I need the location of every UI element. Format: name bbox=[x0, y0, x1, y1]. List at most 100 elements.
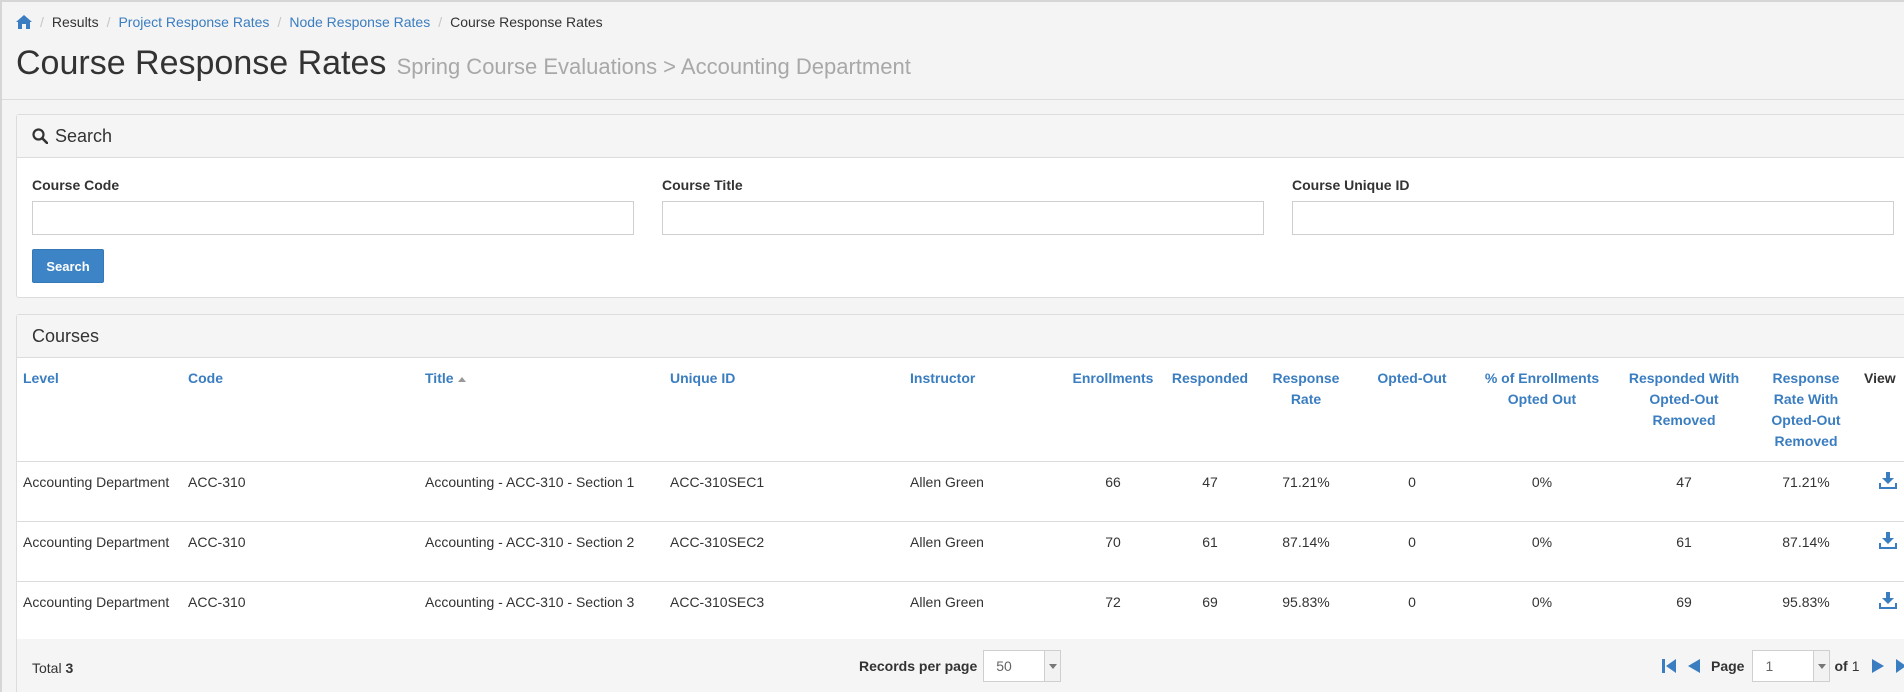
course-unique-id-input[interactable] bbox=[1292, 201, 1894, 235]
page-heading: Course Response Rates Spring Course Eval… bbox=[16, 44, 911, 83]
home-icon[interactable] bbox=[16, 15, 32, 29]
cell-level: Accounting Department bbox=[17, 521, 182, 582]
cell-responded-opted-out-removed: 47 bbox=[1614, 461, 1754, 522]
cell-responded: 61 bbox=[1162, 521, 1258, 582]
cell-opted-out: 0 bbox=[1354, 461, 1470, 522]
page-title: Course Response Rates bbox=[16, 44, 387, 82]
cell-pct-opted-out: 0% bbox=[1470, 521, 1614, 582]
cell-pct-opted-out: 0% bbox=[1470, 581, 1614, 642]
cell-instructor: Allen Green bbox=[904, 581, 1064, 642]
cell-title: Accounting - ACC-310 - Section 3 bbox=[419, 581, 664, 642]
cell-responded: 69 bbox=[1162, 581, 1258, 642]
course-code-label: Course Code bbox=[32, 177, 120, 193]
heading-divider bbox=[2, 99, 1904, 100]
column-header-instructor[interactable]: Instructor bbox=[904, 358, 1064, 462]
breadcrumb-separator: / bbox=[40, 14, 44, 30]
page-count: of 1 bbox=[1834, 658, 1859, 674]
cell-enrollments: 66 bbox=[1064, 461, 1162, 522]
column-header-code[interactable]: Code bbox=[182, 358, 419, 462]
column-header-responded-opted-out-removed[interactable]: Responded With Opted-Out Removed bbox=[1614, 358, 1754, 462]
last-page-button[interactable] bbox=[1891, 650, 1904, 682]
course-unique-id-field: Course Unique ID bbox=[1292, 177, 1894, 235]
search-icon bbox=[32, 128, 48, 144]
search-panel: Search Course Code Course Title Course U… bbox=[16, 114, 1904, 298]
courses-panel: Courses Level Code Title Unique ID Instr… bbox=[16, 314, 1904, 692]
cell-rate-opted-out-removed: 87.14% bbox=[1754, 521, 1858, 582]
cell-unique-id: ACC-310SEC3 bbox=[664, 581, 904, 642]
course-title-input[interactable] bbox=[662, 201, 1264, 235]
prev-page-icon bbox=[1688, 659, 1700, 673]
chevron-down-icon bbox=[1044, 651, 1061, 681]
page-subtitle: Spring Course Evaluations > Accounting D… bbox=[396, 54, 911, 79]
pagination: Page 1 of 1 bbox=[1657, 650, 1904, 682]
cell-responded-opted-out-removed: 61 bbox=[1614, 521, 1754, 582]
total-count: Total 3 bbox=[32, 660, 73, 676]
cell-code: ACC-310 bbox=[182, 581, 419, 642]
breadcrumb-separator: / bbox=[438, 14, 443, 30]
search-button[interactable]: Search bbox=[32, 249, 104, 283]
course-title-field: Course Title bbox=[662, 177, 1264, 235]
page-count-value: 1 bbox=[1851, 658, 1860, 674]
column-header-opted-out[interactable]: Opted-Out bbox=[1354, 358, 1470, 462]
sort-ascending-icon bbox=[457, 376, 466, 382]
column-header-level[interactable]: Level bbox=[17, 358, 182, 462]
column-header-unique-id[interactable]: Unique ID bbox=[664, 358, 904, 462]
chevron-down-icon bbox=[1813, 651, 1830, 681]
cell-title: Accounting - ACC-310 - Section 1 bbox=[419, 461, 664, 522]
breadcrumb-results: Results bbox=[51, 14, 99, 30]
first-page-icon bbox=[1662, 659, 1676, 673]
column-header-rate-opted-out-removed[interactable]: Response Rate With Opted-Out Removed bbox=[1754, 358, 1858, 462]
total-value: 3 bbox=[65, 660, 74, 676]
records-per-page-select[interactable]: 50 bbox=[983, 650, 1062, 682]
cell-level: Accounting Department bbox=[17, 581, 182, 642]
column-header-view: View bbox=[1858, 358, 1904, 462]
cell-view bbox=[1858, 581, 1904, 642]
cell-opted-out: 0 bbox=[1354, 581, 1470, 642]
cell-instructor: Allen Green bbox=[904, 521, 1064, 582]
cell-unique-id: ACC-310SEC1 bbox=[664, 461, 904, 522]
cell-code: ACC-310 bbox=[182, 521, 419, 582]
first-page-button[interactable] bbox=[1657, 650, 1681, 682]
column-header-enrollments[interactable]: Enrollments bbox=[1064, 358, 1162, 462]
cell-response-rate: 87.14% bbox=[1258, 521, 1354, 582]
breadcrumb-project-response-rates[interactable]: Project Response Rates bbox=[118, 14, 269, 30]
cell-responded-opted-out-removed: 69 bbox=[1614, 581, 1754, 642]
download-icon[interactable] bbox=[1878, 591, 1897, 609]
page-select[interactable]: 1 bbox=[1752, 650, 1831, 682]
breadcrumb-course-response-rates: Course Response Rates bbox=[450, 14, 603, 30]
column-header-responded[interactable]: Responded bbox=[1162, 358, 1258, 462]
course-code-input[interactable] bbox=[32, 201, 634, 235]
prev-page-button[interactable] bbox=[1681, 650, 1705, 682]
breadcrumb-separator: / bbox=[106, 14, 111, 30]
next-page-button[interactable] bbox=[1867, 650, 1891, 682]
cell-pct-opted-out: 0% bbox=[1470, 461, 1614, 522]
download-icon[interactable] bbox=[1878, 471, 1897, 489]
page: / Results / Project Response Rates / Nod… bbox=[0, 0, 1904, 692]
cell-response-rate: 95.83% bbox=[1258, 581, 1354, 642]
of-label: of bbox=[1834, 658, 1848, 674]
breadcrumb-node-response-rates[interactable]: Node Response Rates bbox=[289, 14, 430, 30]
table-row: Accounting Department ACC-310 Accounting… bbox=[17, 461, 1904, 522]
breadcrumb: / Results / Project Response Rates / Nod… bbox=[16, 14, 603, 30]
records-per-page-label: Records per page bbox=[859, 658, 978, 674]
cell-rate-opted-out-removed: 71.21% bbox=[1754, 461, 1858, 522]
next-page-icon bbox=[1872, 659, 1885, 673]
table-row: Accounting Department ACC-310 Accounting… bbox=[17, 521, 1904, 582]
column-header-pct-opted-out[interactable]: % of Enrollments Opted Out bbox=[1470, 358, 1614, 462]
column-header-title[interactable]: Title bbox=[419, 358, 664, 462]
courses-panel-header: Courses bbox=[17, 315, 1904, 358]
cell-title: Accounting - ACC-310 - Section 2 bbox=[419, 521, 664, 582]
cell-level: Accounting Department bbox=[17, 461, 182, 522]
cell-enrollments: 70 bbox=[1064, 521, 1162, 582]
cell-responded: 47 bbox=[1162, 461, 1258, 522]
column-header-response-rate[interactable]: Response Rate bbox=[1258, 358, 1354, 462]
download-icon[interactable] bbox=[1878, 531, 1897, 549]
search-panel-title: Search bbox=[55, 125, 113, 146]
table-row: Accounting Department ACC-310 Accounting… bbox=[17, 581, 1904, 642]
last-page-icon bbox=[1896, 659, 1904, 673]
table-footer: Total 3 Records per page 50 Page 1 of 1 bbox=[17, 639, 1904, 692]
course-title-label: Course Title bbox=[662, 177, 743, 193]
table-header-row: Level Code Title Unique ID Instructor En… bbox=[17, 358, 1904, 462]
column-header-title-label: Title bbox=[425, 370, 454, 386]
cell-enrollments: 72 bbox=[1064, 581, 1162, 642]
